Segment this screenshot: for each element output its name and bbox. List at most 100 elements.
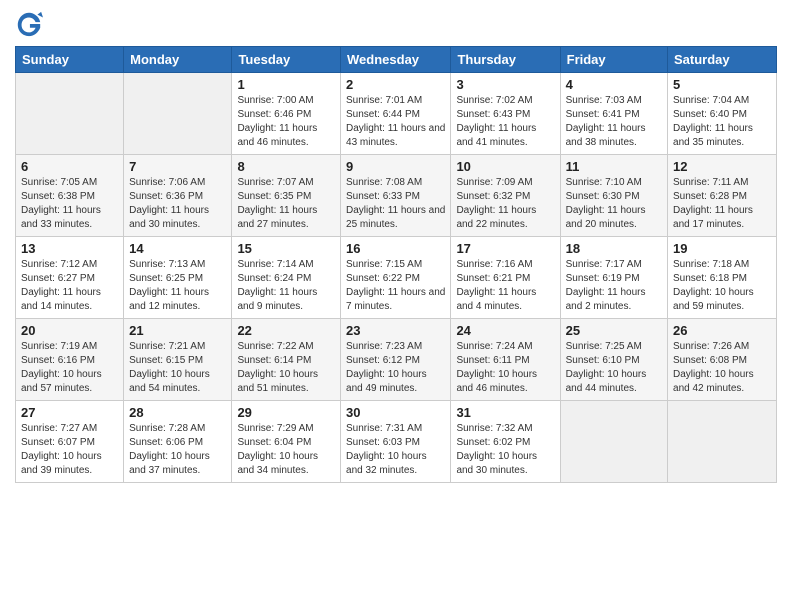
- day-info: Sunrise: 7:22 AMSunset: 6:14 PMDaylight:…: [237, 340, 335, 396]
- calendar-cell: 6 Sunrise: 7:05 AMSunset: 6:38 PMDaylight…: [16, 155, 124, 237]
- day-info: Sunrise: 7:24 AMSunset: 6:11 PMDaylight:…: [456, 340, 554, 396]
- logo-icon: [15, 10, 43, 38]
- calendar-cell: 4 Sunrise: 7:03 AMSunset: 6:41 PMDaylight…: [560, 73, 667, 155]
- calendar-cell: 10 Sunrise: 7:09 AMSunset: 6:32 PMDayligh…: [451, 155, 560, 237]
- calendar-cell: 31Sunrise: 7:32 AMSunset: 6:02 PMDayligh…: [451, 401, 560, 483]
- page: SundayMondayTuesdayWednesdayThursdayFrid…: [0, 0, 792, 498]
- header-friday: Friday: [560, 47, 667, 73]
- header-saturday: Saturday: [668, 47, 777, 73]
- header-row: SundayMondayTuesdayWednesdayThursdayFrid…: [16, 47, 777, 73]
- day-info: Sunrise: 7:23 AMSunset: 6:12 PMDaylight:…: [346, 340, 445, 396]
- day-info: Sunrise: 7:01 AMSunset: 6:44 PMDaylight:…: [346, 94, 445, 150]
- day-info: Sunrise: 7:25 AMSunset: 6:10 PMDaylight:…: [566, 340, 662, 396]
- day-info: Sunrise: 7:15 AMSunset: 6:22 PMDaylight:…: [346, 258, 445, 314]
- day-number: 19: [673, 241, 771, 256]
- calendar-cell: 19Sunrise: 7:18 AMSunset: 6:18 PMDayligh…: [668, 237, 777, 319]
- calendar-cell: 11 Sunrise: 7:10 AMSunset: 6:30 PMDayligh…: [560, 155, 667, 237]
- header-monday: Monday: [124, 47, 232, 73]
- day-info: Sunrise: 7:00 AMSunset: 6:46 PMDaylight:…: [237, 94, 335, 150]
- calendar-cell: 5 Sunrise: 7:04 AMSunset: 6:40 PMDaylight…: [668, 73, 777, 155]
- day-number: 11: [566, 159, 662, 174]
- day-number: 6: [21, 159, 118, 174]
- day-info: Sunrise: 7:11 AMSunset: 6:28 PMDaylight:…: [673, 176, 771, 232]
- day-number: 4: [566, 77, 662, 92]
- week-row-1: 1 Sunrise: 7:00 AMSunset: 6:46 PMDaylight…: [16, 73, 777, 155]
- day-number: 14: [129, 241, 226, 256]
- day-info: Sunrise: 7:13 AMSunset: 6:25 PMDaylight:…: [129, 258, 226, 314]
- calendar-cell: [16, 73, 124, 155]
- calendar-cell: 29 Sunrise: 7:29 AMSunset: 6:04 PMDayligh…: [232, 401, 341, 483]
- calendar-cell: 24 Sunrise: 7:24 AMSunset: 6:11 PMDayligh…: [451, 319, 560, 401]
- calendar-cell: 2 Sunrise: 7:01 AMSunset: 6:44 PMDaylight…: [341, 73, 451, 155]
- day-number: 23: [346, 323, 445, 338]
- day-info: Sunrise: 7:31 AMSunset: 6:03 PMDaylight:…: [346, 422, 445, 478]
- calendar-cell: 1 Sunrise: 7:00 AMSunset: 6:46 PMDaylight…: [232, 73, 341, 155]
- header-wednesday: Wednesday: [341, 47, 451, 73]
- day-number: 5: [673, 77, 771, 92]
- day-info: Sunrise: 7:29 AMSunset: 6:04 PMDaylight:…: [237, 422, 335, 478]
- day-number: 2: [346, 77, 445, 92]
- calendar-cell: 23 Sunrise: 7:23 AMSunset: 6:12 PMDayligh…: [341, 319, 451, 401]
- day-info: Sunrise: 7:07 AMSunset: 6:35 PMDaylight:…: [237, 176, 335, 232]
- day-info: Sunrise: 7:16 AMSunset: 6:21 PMDaylight:…: [456, 258, 554, 314]
- day-number: 27: [21, 405, 118, 420]
- day-number: 1: [237, 77, 335, 92]
- day-number: 18: [566, 241, 662, 256]
- day-info: Sunrise: 7:10 AMSunset: 6:30 PMDaylight:…: [566, 176, 662, 232]
- day-number: 21: [129, 323, 226, 338]
- day-number: 26: [673, 323, 771, 338]
- week-row-2: 6 Sunrise: 7:05 AMSunset: 6:38 PMDaylight…: [16, 155, 777, 237]
- calendar-cell: 8Sunrise: 7:07 AMSunset: 6:35 PMDaylight…: [232, 155, 341, 237]
- week-row-3: 13 Sunrise: 7:12 AMSunset: 6:27 PMDayligh…: [16, 237, 777, 319]
- calendar-cell: 30 Sunrise: 7:31 AMSunset: 6:03 PMDayligh…: [341, 401, 451, 483]
- day-info: Sunrise: 7:27 AMSunset: 6:07 PMDaylight:…: [21, 422, 118, 478]
- day-number: 13: [21, 241, 118, 256]
- day-info: Sunrise: 7:03 AMSunset: 6:41 PMDaylight:…: [566, 94, 662, 150]
- calendar-cell: 16 Sunrise: 7:15 AMSunset: 6:22 PMDayligh…: [341, 237, 451, 319]
- day-number: 3: [456, 77, 554, 92]
- day-info: Sunrise: 7:12 AMSunset: 6:27 PMDaylight:…: [21, 258, 118, 314]
- day-number: 29: [237, 405, 335, 420]
- calendar-cell: 14 Sunrise: 7:13 AMSunset: 6:25 PMDayligh…: [124, 237, 232, 319]
- day-number: 22: [237, 323, 335, 338]
- header-tuesday: Tuesday: [232, 47, 341, 73]
- day-number: 10: [456, 159, 554, 174]
- calendar-header: SundayMondayTuesdayWednesdayThursdayFrid…: [16, 47, 777, 73]
- calendar-cell: 13 Sunrise: 7:12 AMSunset: 6:27 PMDayligh…: [16, 237, 124, 319]
- header: [15, 10, 777, 38]
- day-info: Sunrise: 7:17 AMSunset: 6:19 PMDaylight:…: [566, 258, 662, 314]
- day-number: 31: [456, 405, 554, 420]
- day-number: 24: [456, 323, 554, 338]
- day-number: 17: [456, 241, 554, 256]
- day-info: Sunrise: 7:09 AMSunset: 6:32 PMDaylight:…: [456, 176, 554, 232]
- calendar-cell: 9 Sunrise: 7:08 AMSunset: 6:33 PMDaylight…: [341, 155, 451, 237]
- calendar-cell: 20 Sunrise: 7:19 AMSunset: 6:16 PMDayligh…: [16, 319, 124, 401]
- day-number: 7: [129, 159, 226, 174]
- calendar-cell: [668, 401, 777, 483]
- day-info: Sunrise: 7:08 AMSunset: 6:33 PMDaylight:…: [346, 176, 445, 232]
- calendar-cell: 7Sunrise: 7:06 AMSunset: 6:36 PMDaylight…: [124, 155, 232, 237]
- day-number: 9: [346, 159, 445, 174]
- calendar-cell: 26 Sunrise: 7:26 AMSunset: 6:08 PMDayligh…: [668, 319, 777, 401]
- day-number: 30: [346, 405, 445, 420]
- day-info: Sunrise: 7:19 AMSunset: 6:16 PMDaylight:…: [21, 340, 118, 396]
- logo: [15, 10, 45, 38]
- day-number: 25: [566, 323, 662, 338]
- calendar-cell: 22 Sunrise: 7:22 AMSunset: 6:14 PMDayligh…: [232, 319, 341, 401]
- day-info: Sunrise: 7:14 AMSunset: 6:24 PMDaylight:…: [237, 258, 335, 314]
- calendar-cell: 15Sunrise: 7:14 AMSunset: 6:24 PMDayligh…: [232, 237, 341, 319]
- day-number: 16: [346, 241, 445, 256]
- calendar-cell: 18 Sunrise: 7:17 AMSunset: 6:19 PMDayligh…: [560, 237, 667, 319]
- day-info: Sunrise: 7:05 AMSunset: 6:38 PMDaylight:…: [21, 176, 118, 232]
- header-sunday: Sunday: [16, 47, 124, 73]
- day-info: Sunrise: 7:04 AMSunset: 6:40 PMDaylight:…: [673, 94, 771, 150]
- header-thursday: Thursday: [451, 47, 560, 73]
- day-number: 12: [673, 159, 771, 174]
- day-info: Sunrise: 7:26 AMSunset: 6:08 PMDaylight:…: [673, 340, 771, 396]
- calendar-cell: 12 Sunrise: 7:11 AMSunset: 6:28 PMDayligh…: [668, 155, 777, 237]
- day-number: 28: [129, 405, 226, 420]
- day-info: Sunrise: 7:02 AMSunset: 6:43 PMDaylight:…: [456, 94, 554, 150]
- calendar-cell: 3 Sunrise: 7:02 AMSunset: 6:43 PMDaylight…: [451, 73, 560, 155]
- calendar-body: 1 Sunrise: 7:00 AMSunset: 6:46 PMDaylight…: [16, 73, 777, 483]
- day-number: 20: [21, 323, 118, 338]
